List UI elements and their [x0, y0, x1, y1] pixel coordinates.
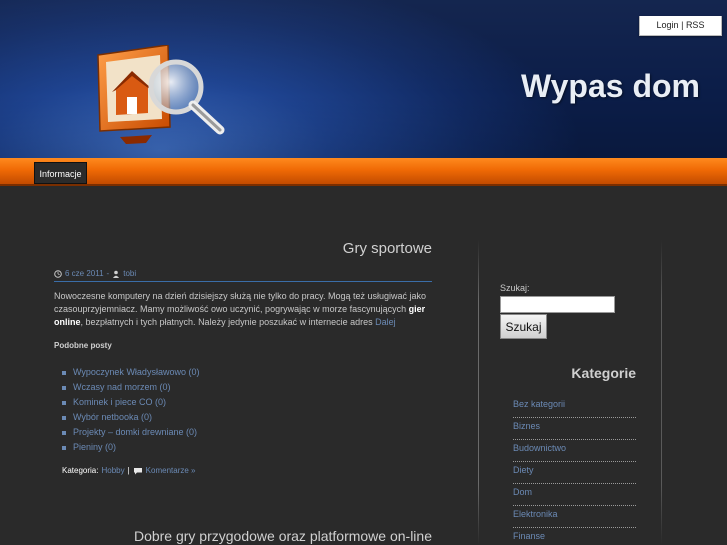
list-item[interactable]: Pieniny (0): [62, 440, 432, 455]
main-content: Gry sportowe 6 cze 2011 - tobi Nowoczesn…: [54, 240, 432, 475]
comment-bubble-icon: [133, 467, 142, 474]
category-item[interactable]: Diety: [513, 462, 636, 484]
category-item[interactable]: Dom: [513, 484, 636, 506]
search-button[interactable]: Szukaj: [500, 314, 547, 339]
category-item[interactable]: Bez kategorii: [513, 396, 636, 418]
user-icon: [113, 270, 120, 278]
meta-separator: -: [106, 269, 110, 278]
category-item[interactable]: Budownictwo: [513, 440, 636, 462]
sidebar-divider-right: [661, 240, 662, 545]
category-item[interactable]: Elektronika: [513, 506, 636, 528]
post-date: 6 cze 2011: [65, 269, 104, 278]
list-item[interactable]: Kominek i piece CO (0): [62, 395, 432, 410]
list-item[interactable]: Wypoczynek Władysławowo (0): [62, 365, 432, 380]
toplinks-separator: |: [681, 20, 684, 30]
related-posts-list: Wypoczynek Władysławowo (0) Wczasy nad m…: [62, 365, 432, 455]
category-label: Kategoria:: [62, 466, 99, 475]
category-item[interactable]: Biznes: [513, 418, 636, 440]
top-links: Login | RSS: [639, 16, 722, 36]
bullet-square-icon: [62, 400, 66, 405]
related-post-link[interactable]: Wczasy nad morzem (0): [73, 380, 171, 395]
nav-item-informacje[interactable]: Informacje: [34, 162, 87, 184]
category-item[interactable]: Finanse: [513, 528, 636, 545]
post-author[interactable]: tobi: [123, 269, 136, 278]
related-post-link[interactable]: Wybór netbooka (0): [73, 410, 152, 425]
sidebar-divider-left: [478, 240, 479, 545]
search-label: Szukaj:: [500, 283, 530, 293]
read-more-link[interactable]: Dalej: [375, 317, 396, 327]
related-post-link[interactable]: Kominek i piece CO (0): [73, 395, 166, 410]
site-title[interactable]: Wypas dom: [521, 68, 700, 105]
related-post-link[interactable]: Wypoczynek Władysławowo (0): [73, 365, 199, 380]
post-text-part1: Nowoczesne komputery na dzień dzisiejszy…: [54, 291, 427, 314]
bullet-square-icon: [62, 430, 66, 435]
categories-list: Bez kategorii Biznes Budownictwo Diety D…: [513, 396, 636, 545]
list-item[interactable]: Projekty – domki drewniane (0): [62, 425, 432, 440]
house-monitor-magnifier-icon[interactable]: [90, 45, 230, 155]
post-excerpt: Nowoczesne komputery na dzień dzisiejszy…: [54, 290, 432, 329]
bullet-square-icon: [62, 415, 66, 420]
related-posts-heading: Podobne posty: [54, 341, 112, 350]
post-footer: Kategoria: Hobby | Komentarze »: [62, 466, 432, 475]
post-meta: 6 cze 2011 - tobi: [54, 269, 432, 282]
rss-link[interactable]: RSS: [686, 20, 705, 30]
list-item[interactable]: Wybór netbooka (0): [62, 410, 432, 425]
post-title[interactable]: Gry sportowe: [54, 240, 432, 257]
post-text-part2: , bezpłatnych i tych płatnych. Należy je…: [80, 317, 376, 327]
login-link[interactable]: Login: [657, 20, 679, 30]
clock-icon: [54, 269, 62, 278]
related-post-link[interactable]: Pieniny (0): [73, 440, 116, 455]
bullet-square-icon: [62, 385, 66, 390]
bullet-square-icon: [62, 370, 66, 375]
comments-link[interactable]: Komentarze »: [146, 466, 196, 475]
bullet-square-icon: [62, 445, 66, 450]
post-title-2[interactable]: Dobre gry przygodowe oraz platformowe on…: [54, 528, 432, 544]
footer-separator: |: [127, 466, 130, 475]
categories-heading: Kategorie: [571, 365, 636, 381]
list-item[interactable]: Wczasy nad morzem (0): [62, 380, 432, 395]
category-link[interactable]: Hobby: [101, 466, 124, 475]
nav-bar: [0, 158, 727, 186]
related-post-link[interactable]: Projekty – domki drewniane (0): [73, 425, 197, 440]
search-input[interactable]: [500, 296, 615, 313]
